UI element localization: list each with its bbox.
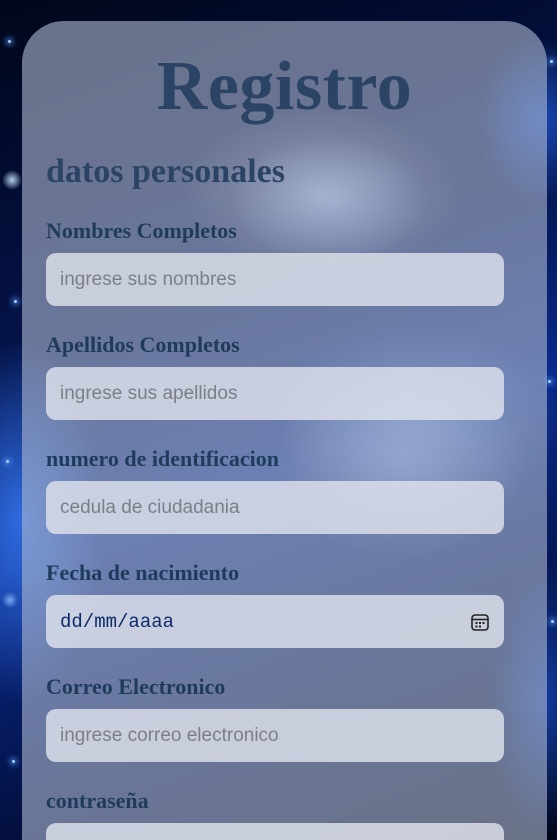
background-sparkle xyxy=(548,380,551,383)
registration-card: Registro datos personales Nombres Comple… xyxy=(22,21,547,840)
section-heading: datos personales xyxy=(46,153,285,190)
surnames-input[interactable] xyxy=(46,367,504,420)
birthdate-input[interactable]: dd/mm/aaaa xyxy=(46,595,504,648)
surnames-field-group: Apellidos Completos xyxy=(46,330,547,420)
background-sparkle xyxy=(8,40,11,43)
calendar-icon[interactable] xyxy=(470,612,490,632)
email-input[interactable] xyxy=(46,709,504,762)
background-sparkle xyxy=(12,760,15,763)
form-fields: Nombres Completos Apellidos Completos nu… xyxy=(46,216,547,840)
names-field-group: Nombres Completos xyxy=(46,216,547,306)
background-sparkle xyxy=(6,460,9,463)
page-title: Registro xyxy=(156,48,413,125)
birthdate-field-group: Fecha de nacimiento dd/mm/aaaa xyxy=(46,558,547,648)
password-field-group: contraseña xyxy=(46,786,547,840)
names-label: Nombres Completos xyxy=(46,218,237,243)
birthdate-label: Fecha de nacimiento xyxy=(46,560,240,585)
birthdate-value: dd/mm/aaaa xyxy=(60,610,175,633)
id-number-label: numero de identificacion xyxy=(46,446,280,471)
background-sparkle xyxy=(551,620,554,623)
password-input[interactable] xyxy=(46,823,504,840)
background-sparkle xyxy=(550,60,553,63)
id-number-input[interactable] xyxy=(46,481,504,534)
surnames-label: Apellidos Completos xyxy=(46,332,240,357)
email-label: Correo Electronico xyxy=(46,674,226,699)
password-label: contraseña xyxy=(46,788,149,813)
names-input[interactable] xyxy=(46,253,504,306)
background-sparkle xyxy=(14,300,17,303)
email-field-group: Correo Electronico xyxy=(46,672,547,762)
id-number-field-group: numero de identificacion xyxy=(46,444,547,534)
